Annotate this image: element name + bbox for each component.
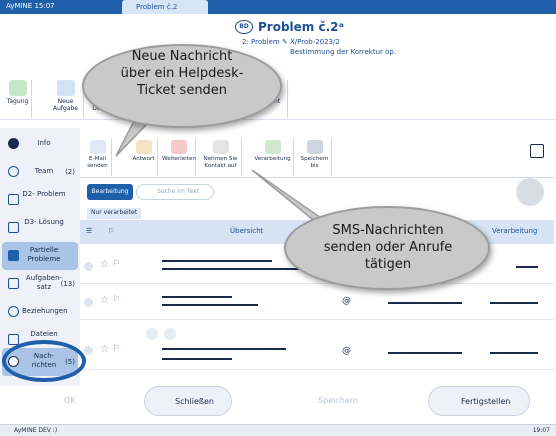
- task-icon: [56, 80, 75, 96]
- delete-icon[interactable]: [164, 328, 176, 340]
- page-title: Problem č.2ᵃ: [258, 20, 344, 34]
- callout-sms-text: SMS-Nachrichten senden oder Anrufe tätig…: [318, 222, 458, 273]
- sidebar-item-label: D3- Lösung: [24, 218, 64, 226]
- flag-icon[interactable]: ⚐: [112, 344, 120, 354]
- solution-icon: [8, 222, 19, 233]
- star-icon[interactable]: ☆: [100, 259, 109, 270]
- search-input[interactable]: Suche im Text: [136, 184, 214, 200]
- sidebar-item-count: (13): [60, 280, 75, 288]
- sidebar-item-label: Partielle Probleme: [27, 246, 61, 263]
- save-button[interactable]: Speichern: [290, 386, 370, 416]
- callout-helpdesk-line2: über ein Helpdesk-: [120, 66, 244, 81]
- list-icon: [8, 250, 19, 261]
- contact-label: Nehmen Sie Kontakt auf: [203, 156, 238, 169]
- table-row[interactable]: ☆ ⚐ @: [80, 322, 554, 370]
- filter-tag[interactable]: Nur verarbeitet: [87, 208, 142, 219]
- star-icon: [8, 166, 19, 177]
- menu-icon[interactable]: ☰: [86, 227, 92, 235]
- sidebar-item-label: Beziehungen: [22, 307, 68, 315]
- sidebar-item-d3-solution[interactable]: D3- Lösung: [2, 214, 78, 242]
- unread-dot: [84, 346, 93, 355]
- title-bar: AyMINE 15:07: [0, 0, 556, 14]
- sidebar-item-label: D2- Problem: [22, 190, 66, 198]
- record-code: 2: Problem ✎ X/Prob-2023/2: [242, 38, 340, 46]
- record-subtitle: Bestimmung der Korrektur op.: [290, 48, 397, 56]
- filter-panel-icon[interactable]: [516, 178, 544, 206]
- close-button[interactable]: Schließen: [144, 386, 232, 416]
- archive-icon: [306, 140, 323, 154]
- ok-button[interactable]: OK: [38, 386, 94, 416]
- close-label: Schließen: [175, 397, 214, 406]
- sidebar-item-count: (2): [65, 168, 75, 176]
- status-bar: AyMINE DEV :) 19:07: [0, 424, 556, 436]
- flag-icon[interactable]: ⚐: [112, 259, 120, 269]
- sidebar-item-relations[interactable]: Beziehungen: [2, 298, 78, 326]
- document-icon: [8, 194, 19, 205]
- sidebar-item-label: Team: [34, 167, 54, 175]
- sidebar-item-task-set[interactable]: Aufgaben-satz (13): [2, 270, 78, 298]
- edit-icon[interactable]: [146, 328, 158, 340]
- problem-badge: BD: [235, 20, 253, 34]
- sidebar-item-info[interactable]: Info: [2, 130, 78, 158]
- callout-sms-line3: tätigen: [364, 257, 412, 272]
- save-label: Speichern: [318, 396, 358, 405]
- finish-label: Fertigstellen: [461, 397, 511, 406]
- meeting-button[interactable]: Tagung: [4, 80, 32, 118]
- unread-dot: [84, 262, 93, 271]
- new-task-label: Neue Aufgabe: [52, 98, 78, 112]
- processing-mode-button[interactable]: Bearbeitung: [87, 184, 133, 200]
- callout-helpdesk-text: Neue Nachricht über ein Helpdesk- Ticket…: [112, 48, 252, 99]
- highlight-ellipse: [2, 340, 86, 382]
- sidebar-item-team[interactable]: Team (2): [2, 158, 78, 186]
- meeting-label: Tagung: [6, 98, 29, 105]
- at-icon: @: [342, 346, 351, 356]
- status-left: AyMINE DEV :): [14, 427, 58, 434]
- sidebar-item-label: Aufgaben-satz: [25, 274, 63, 291]
- tab-problem-label: Problem č.2: [136, 3, 178, 11]
- at-icon: @: [342, 296, 351, 306]
- sidebar-item-d2-problem[interactable]: D2- Problem: [2, 186, 78, 214]
- info-panel-icon[interactable]: [530, 144, 544, 158]
- status-clock: 19:07: [532, 427, 550, 434]
- meeting-icon: [8, 80, 27, 96]
- tasks-icon: [8, 278, 19, 289]
- unread-dot: [84, 298, 93, 307]
- contact-icon: [212, 140, 229, 154]
- callout-helpdesk-line3: Ticket senden: [136, 83, 228, 98]
- contact-button[interactable]: Nehmen Sie Kontakt auf: [200, 138, 242, 176]
- sidebar-item-label: Dateien: [30, 330, 58, 338]
- flag-icon[interactable]: ⚐: [112, 295, 120, 305]
- relations-icon: [8, 306, 19, 317]
- finish-button[interactable]: Fertigstellen: [428, 386, 530, 416]
- column-processing[interactable]: Verarbeitung: [492, 227, 537, 235]
- flag-icon: ⚐: [108, 227, 115, 235]
- sidebar-item-label: Info: [37, 139, 51, 147]
- files-icon: [8, 334, 19, 345]
- check-user-icon: [264, 140, 281, 154]
- callout-sms-line2: senden oder Anrufe: [323, 240, 453, 255]
- ok-label: OK: [64, 396, 76, 405]
- callout-sms-line1: SMS-Nachrichten: [332, 223, 444, 238]
- app-title: AyMINE 15:07: [6, 2, 55, 10]
- sidebar-item-partial-problems[interactable]: Partielle Probleme: [2, 242, 78, 270]
- callout-helpdesk-line1: Neue Nachricht: [131, 49, 233, 64]
- star-icon[interactable]: ☆: [100, 295, 109, 306]
- star-icon[interactable]: ☆: [100, 344, 109, 355]
- new-task-button[interactable]: Neue Aufgabe: [48, 80, 84, 118]
- info-icon: [8, 138, 19, 149]
- table-row[interactable]: ☆ ⚐ @: [80, 286, 554, 320]
